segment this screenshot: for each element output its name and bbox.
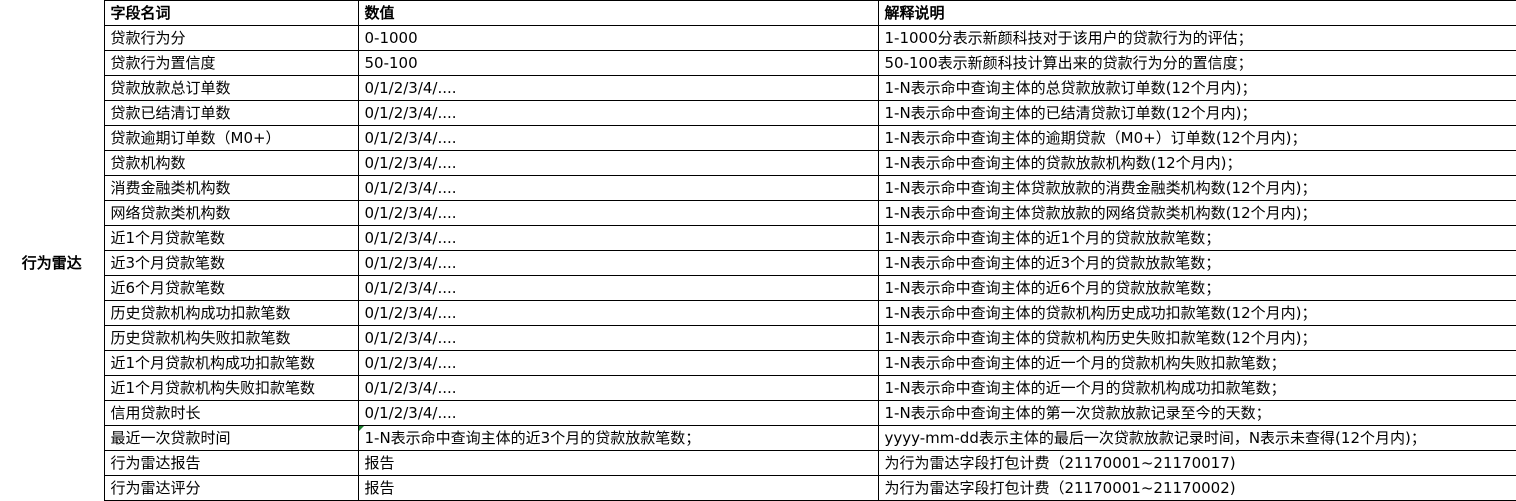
- value-cell[interactable]: 0/1/2/3/4/....: [357, 375, 879, 401]
- data-table: 字段名词 数值 解释说明 行为雷达 贷款行为分 0-1000 1-1000分表示新颜科…: [0, 0, 1516, 501]
- value-cell[interactable]: 1-N表示命中查询主体的近3个月的贷款放款笔数；: [357, 425, 879, 451]
- field-name-cell[interactable]: 网络贷款类机构数: [103, 200, 359, 226]
- table-row: 贷款逾期订单数（M0+） 0/1/2/3/4/.... 1-N表示命中查询主体的逾期…: [0, 125, 1516, 151]
- value-cell[interactable]: 报告: [357, 450, 879, 476]
- description-cell[interactable]: 1-N表示命中查询主体的近6个月的贷款放款笔数；: [877, 275, 1516, 301]
- field-name-cell[interactable]: 贷款行为置信度: [103, 50, 359, 76]
- table-row: 网络贷款类机构数 0/1/2/3/4/.... 1-N表示命中查询主体贷款放款的网络…: [0, 200, 1516, 226]
- field-name-cell[interactable]: 近6个月贷款笔数: [103, 275, 359, 301]
- field-name-cell[interactable]: 历史贷款机构成功扣款笔数: [103, 300, 359, 326]
- description-cell[interactable]: 为行为雷达字段打包计费（21170001~21170017): [877, 450, 1516, 476]
- field-name-cell[interactable]: 行为雷达评分: [103, 475, 359, 501]
- value-cell[interactable]: 0/1/2/3/4/....: [357, 275, 879, 301]
- description-cell[interactable]: 为行为雷达字段打包计费（21170001~21170002): [877, 475, 1516, 501]
- value-cell[interactable]: 0/1/2/3/4/....: [357, 300, 879, 326]
- field-name-cell[interactable]: 信用贷款时长: [103, 400, 359, 426]
- table-row: 贷款机构数 0/1/2/3/4/.... 1-N表示命中查询主体的贷款放款机构数(1…: [0, 150, 1516, 176]
- field-name-cell[interactable]: 近1个月贷款机构成功扣款笔数: [103, 350, 359, 376]
- field-name-cell[interactable]: 消费金融类机构数: [103, 175, 359, 201]
- header-description[interactable]: 解释说明: [877, 0, 1516, 26]
- value-cell[interactable]: 0/1/2/3/4/....: [357, 150, 879, 176]
- description-cell[interactable]: 1-N表示命中查询主体的已结清贷款订单数(12个月内)；: [877, 100, 1516, 126]
- table-row: 近6个月贷款笔数 0/1/2/3/4/.... 1-N表示命中查询主体的近6个月的贷…: [0, 275, 1516, 301]
- field-name-cell[interactable]: 贷款机构数: [103, 150, 359, 176]
- value-cell[interactable]: 报告: [357, 475, 879, 501]
- table-row: 消费金融类机构数 0/1/2/3/4/.... 1-N表示命中查询主体贷款放款的消费…: [0, 175, 1516, 201]
- field-name-cell[interactable]: 贷款已结清订单数: [103, 100, 359, 126]
- description-cell[interactable]: 1-N表示命中查询主体的总贷款放款订单数(12个月内)；: [877, 75, 1516, 101]
- description-cell[interactable]: 1-N表示命中查询主体的贷款放款机构数(12个月内)；: [877, 150, 1516, 176]
- description-cell[interactable]: 1-N表示命中查询主体的逾期贷款（M0+）订单数(12个月内)；: [877, 125, 1516, 151]
- table-row: 贷款行为置信度 50-100 50-100表示新颜科技计算出来的贷款行为分的置信度；: [0, 50, 1516, 76]
- description-cell[interactable]: yyyy-mm-dd表示主体的最后一次贷款放款记录时间，N表示未查得(12个月内…: [877, 425, 1516, 451]
- value-cell[interactable]: 50-100: [357, 50, 879, 76]
- table-row: 近1个月贷款笔数 0/1/2/3/4/.... 1-N表示命中查询主体的近1个月的贷…: [0, 225, 1516, 251]
- field-name-cell[interactable]: 贷款放款总订单数: [103, 75, 359, 101]
- value-cell[interactable]: 0/1/2/3/4/....: [357, 250, 879, 276]
- spreadsheet: 字段名词 数值 解释说明 行为雷达 贷款行为分 0-1000 1-1000分表示新颜科…: [0, 0, 1516, 501]
- table-row: 贷款放款总订单数 0/1/2/3/4/.... 1-N表示命中查询主体的总贷款放款订…: [0, 75, 1516, 101]
- description-cell[interactable]: 1-N表示命中查询主体贷款放款的网络贷款类机构数(12个月内)；: [877, 200, 1516, 226]
- value-cell[interactable]: 0/1/2/3/4/....: [357, 400, 879, 426]
- field-name-cell[interactable]: 贷款逾期订单数（M0+）: [103, 125, 359, 151]
- table-row: 行为雷达 贷款行为分 0-1000 1-1000分表示新颜科技对于该用户的贷款行为的评…: [0, 25, 1516, 501]
- group-label-cell[interactable]: 行为雷达: [0, 25, 105, 501]
- table-row: 历史贷款机构失败扣款笔数 0/1/2/3/4/.... 1-N表示命中查询主体的贷款…: [0, 325, 1516, 351]
- table-body: 字段名词 数值 解释说明 行为雷达 贷款行为分 0-1000 1-1000分表示新颜科…: [0, 0, 1516, 501]
- description-cell[interactable]: 1-N表示命中查询主体的贷款机构历史成功扣款笔数(12个月内)；: [877, 300, 1516, 326]
- field-name-cell[interactable]: 贷款行为分: [103, 25, 359, 51]
- table-row: 贷款已结清订单数 0/1/2/3/4/.... 1-N表示命中查询主体的已结清贷款订…: [0, 100, 1516, 126]
- table-row: 最近一次贷款时间 1-N表示命中查询主体的近3个月的贷款放款笔数； yyyy-mm-…: [0, 425, 1516, 451]
- header-row: 字段名词 数值 解释说明: [0, 0, 1516, 26]
- field-name-cell[interactable]: 近3个月贷款笔数: [103, 250, 359, 276]
- description-cell[interactable]: 1-N表示命中查询主体的近一个月的贷款机构成功扣款笔数；: [877, 375, 1516, 401]
- description-cell[interactable]: 1-N表示命中查询主体的第一次贷款放款记录至今的天数；: [877, 400, 1516, 426]
- header-field-name[interactable]: 字段名词: [103, 0, 359, 26]
- description-cell[interactable]: 1-N表示命中查询主体的近一个月的贷款机构失败扣款笔数；: [877, 350, 1516, 376]
- field-name-cell[interactable]: 最近一次贷款时间: [103, 425, 359, 451]
- table-row: 信用贷款时长 0/1/2/3/4/.... 1-N表示命中查询主体的第一次贷款放款记…: [0, 400, 1516, 426]
- description-cell[interactable]: 1-N表示命中查询主体贷款放款的消费金融类机构数(12个月内)；: [877, 175, 1516, 201]
- field-name-cell[interactable]: 历史贷款机构失败扣款笔数: [103, 325, 359, 351]
- value-cell[interactable]: 0/1/2/3/4/....: [357, 200, 879, 226]
- value-cell[interactable]: 0/1/2/3/4/....: [357, 325, 879, 351]
- description-cell[interactable]: 1-1000分表示新颜科技对于该用户的贷款行为的评估；: [877, 25, 1516, 51]
- value-cell[interactable]: 0/1/2/3/4/....: [357, 125, 879, 151]
- field-name-cell[interactable]: 近1个月贷款机构失败扣款笔数: [103, 375, 359, 401]
- header-value[interactable]: 数值: [357, 0, 879, 26]
- table-row: 历史贷款机构成功扣款笔数 0/1/2/3/4/.... 1-N表示命中查询主体的贷款…: [0, 300, 1516, 326]
- table-row: 行为雷达评分 报告 为行为雷达字段打包计费（21170001~21170002): [0, 475, 1516, 501]
- table-row: 近1个月贷款机构失败扣款笔数 0/1/2/3/4/.... 1-N表示命中查询主体的…: [0, 375, 1516, 401]
- table-row: 近3个月贷款笔数 0/1/2/3/4/.... 1-N表示命中查询主体的近3个月的贷…: [0, 250, 1516, 276]
- description-cell[interactable]: 1-N表示命中查询主体的贷款机构历史失败扣款笔数(12个月内)；: [877, 325, 1516, 351]
- description-cell[interactable]: 1-N表示命中查询主体的近3个月的贷款放款笔数；: [877, 250, 1516, 276]
- table-row: 近1个月贷款机构成功扣款笔数 0/1/2/3/4/.... 1-N表示命中查询主体的…: [0, 350, 1516, 376]
- value-cell[interactable]: 0/1/2/3/4/....: [357, 175, 879, 201]
- field-name-cell[interactable]: 近1个月贷款笔数: [103, 225, 359, 251]
- description-cell[interactable]: 50-100表示新颜科技计算出来的贷款行为分的置信度；: [877, 50, 1516, 76]
- blank-corner-cell[interactable]: [0, 0, 105, 26]
- value-cell[interactable]: 0/1/2/3/4/....: [357, 225, 879, 251]
- value-cell[interactable]: 0/1/2/3/4/....: [357, 350, 879, 376]
- value-cell[interactable]: 0/1/2/3/4/....: [357, 100, 879, 126]
- value-cell[interactable]: 0-1000: [357, 25, 879, 51]
- description-cell[interactable]: 1-N表示命中查询主体的近1个月的贷款放款笔数；: [877, 225, 1516, 251]
- field-name-cell[interactable]: 行为雷达报告: [103, 450, 359, 476]
- table-row: 行为雷达报告 报告 为行为雷达字段打包计费（21170001~21170017): [0, 450, 1516, 476]
- value-cell[interactable]: 0/1/2/3/4/....: [357, 75, 879, 101]
